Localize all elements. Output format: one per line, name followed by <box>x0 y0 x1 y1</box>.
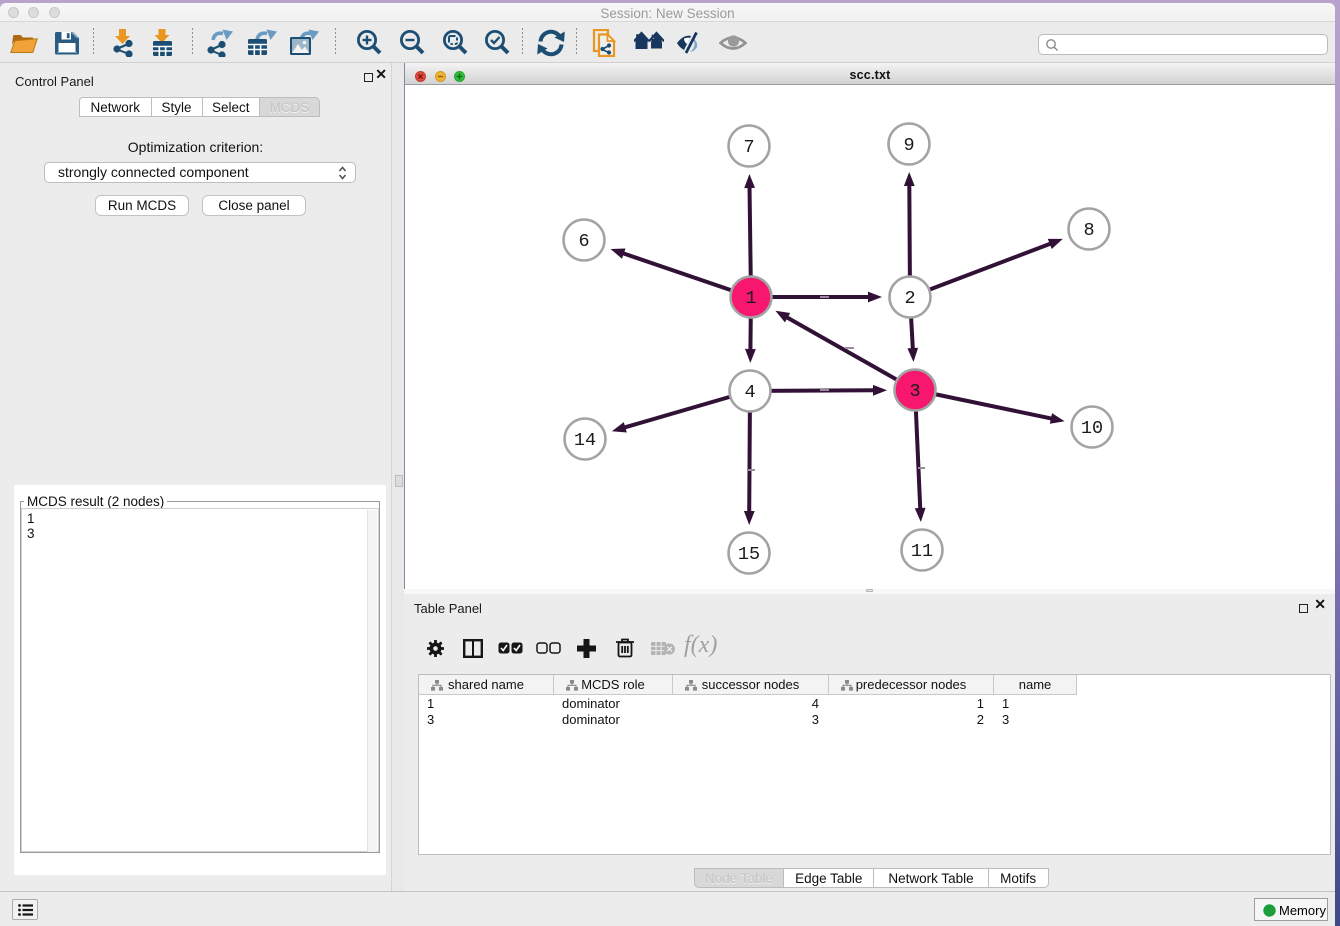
svg-text:2: 2 <box>904 288 915 309</box>
svg-text:15: 15 <box>738 544 760 565</box>
svg-text:9: 9 <box>903 135 914 156</box>
svg-text:10: 10 <box>1081 418 1103 439</box>
svg-text:4: 4 <box>744 382 755 403</box>
svg-text:11: 11 <box>911 541 933 562</box>
svg-text:3: 3 <box>909 381 920 402</box>
svg-text:14: 14 <box>574 430 596 451</box>
svg-text:6: 6 <box>578 231 589 252</box>
svg-text:1: 1 <box>745 288 756 309</box>
svg-text:8: 8 <box>1083 220 1094 241</box>
svg-text:7: 7 <box>743 137 754 158</box>
